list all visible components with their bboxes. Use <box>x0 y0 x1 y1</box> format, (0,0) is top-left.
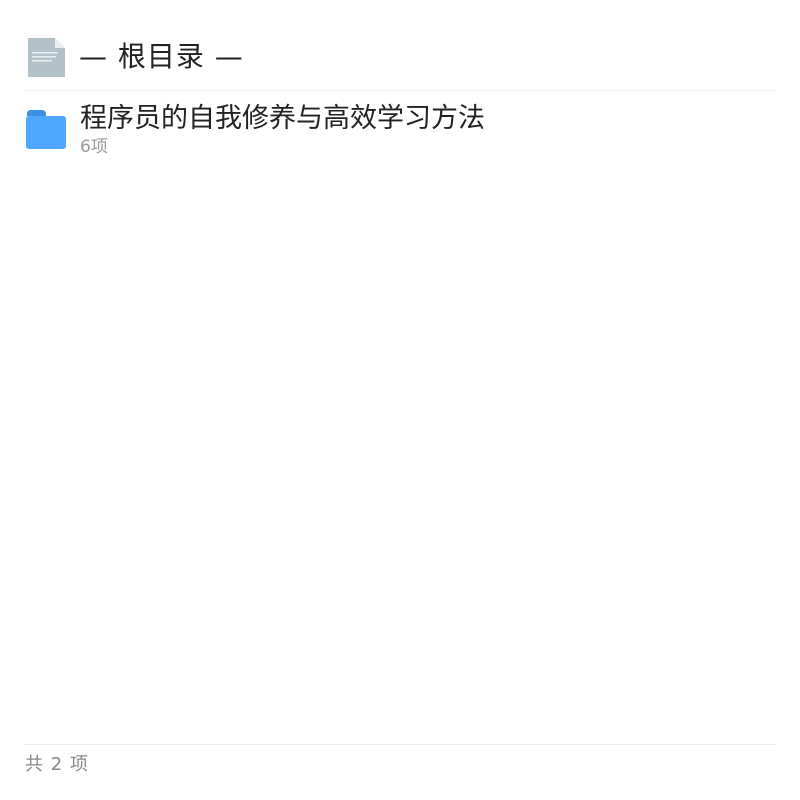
footer: 共 2 项 <box>24 744 776 789</box>
folder-item-count: 6项 <box>80 137 108 157</box>
item-count-summary: 共 2 项 <box>25 754 89 775</box>
document-icon <box>28 38 65 77</box>
folder-icon <box>26 110 66 150</box>
folder-item[interactable]: 程序员的自我修养与高效学习方法 6项 <box>24 90 776 162</box>
folder-name[interactable]: 程序员的自我修养与高效学习方法 <box>80 102 485 136</box>
file-list: 程序员的自我修养与高效学习方法 6项 <box>24 90 776 162</box>
page-title: — 根目录 — <box>79 40 244 73</box>
directory-header: — 根目录 — <box>24 36 776 91</box>
